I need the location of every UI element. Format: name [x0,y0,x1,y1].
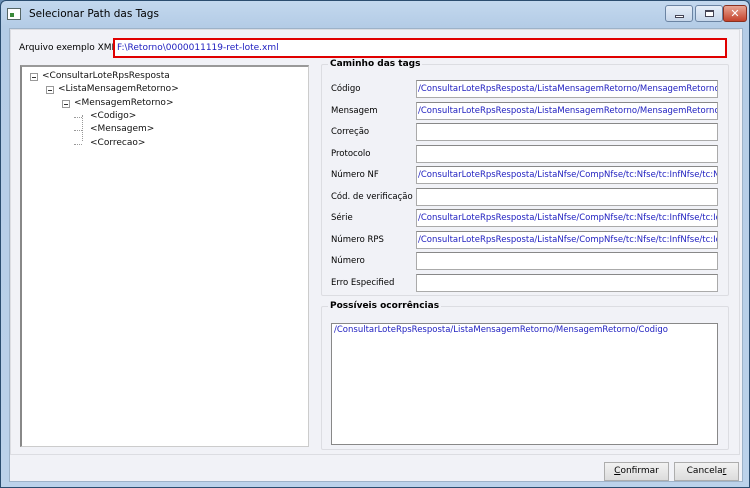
confirm-label-rest: onfirmar [620,466,659,476]
path-field[interactable] [416,144,718,163]
maximize-button[interactable] [695,5,723,22]
minimize-button[interactable] [665,5,693,22]
path-field[interactable]: /ConsultarLoteRpsResposta/ListaNfse/Comp… [416,166,718,184]
collapse-icon[interactable] [46,86,54,95]
list-item[interactable]: /ConsultarLoteRpsResposta/ListaMensagemR… [334,325,715,335]
path-field[interactable] [416,123,718,141]
tree-connector [74,143,82,145]
collapse-icon[interactable] [62,99,70,108]
path-field[interactable]: /ConsultarLoteRpsResposta/ListaMensagemR… [416,101,718,120]
tree-node[interactable]: <Codigo> [90,111,136,121]
tree-node[interactable]: <Mensagem> [90,124,154,134]
tree-connector [74,130,82,132]
path-field[interactable]: /ConsultarLoteRpsResposta/ListaMensagemR… [416,80,718,98]
field-label: Correção [331,127,370,137]
path-field[interactable]: /ConsultarLoteRpsResposta/ListaNfse/Comp… [416,209,718,227]
confirm-button[interactable]: Confirmar [604,462,669,481]
occurrences-list[interactable]: /ConsultarLoteRpsResposta/ListaMensagemR… [331,323,718,445]
xml-tree[interactable]: <ConsultarLoteRpsResposta <ListaMensagemR… [20,65,309,447]
field-label: Erro Especified [331,277,395,288]
close-button[interactable]: ✕ [723,5,747,22]
occurrences-group: Possíveis ocorrências /ConsultarLoteRpsR… [321,301,729,450]
tag-paths-title: Caminho das tags [328,59,423,69]
main-panel: Arquivo exemplo XML F:\Retorno\000001111… [10,29,740,455]
field-label: Código [331,84,361,94]
tree-node[interactable]: <ListaMensagemRetorno> [58,84,179,94]
tree-node[interactable]: <ConsultarLoteRpsResposta [42,71,170,81]
maximize-icon [705,10,714,17]
xml-file-input[interactable]: F:\Retorno\0000011119-ret-lote.xml [113,38,727,58]
path-field[interactable] [416,252,718,270]
path-field[interactable] [416,187,718,206]
dialog-window: Selecionar Path das Tags ✕ Arquivo exemp… [0,0,750,488]
path-field[interactable]: /ConsultarLoteRpsResposta/ListaNfse/Comp… [416,230,718,249]
cancel-label: Cancela [686,466,723,476]
field-label: Número RPS [331,234,384,245]
field-label: Cód. de verificação [331,191,413,202]
minimize-icon [675,15,684,18]
close-icon: ✕ [730,7,740,20]
tree-connector [82,115,83,141]
tree-node[interactable]: <Correcao> [90,138,145,148]
field-label: Número [331,256,365,266]
field-label: Série [331,213,353,223]
tree-connector [74,116,82,118]
tree-node[interactable]: <MensagemRetorno> [74,98,173,108]
field-label: Mensagem [331,105,378,116]
field-label: Protocolo [331,148,371,159]
field-label: Número NF [331,170,379,180]
path-field[interactable] [416,273,718,292]
cancel-accel: r [722,466,727,476]
tag-paths-group: Caminho das tags Código/ConsultarLoteRps… [321,59,729,296]
app-icon [7,8,21,20]
window-title: Selecionar Path das Tags [29,8,159,20]
collapse-icon[interactable] [30,73,38,81]
cancel-button[interactable]: Cancelar [674,462,739,481]
xml-file-label: Arquivo exemplo XML [19,43,117,53]
dialog-client: Arquivo exemplo XML F:\Retorno\000001111… [9,28,743,482]
occurrences-title: Possíveis ocorrências [328,301,442,311]
